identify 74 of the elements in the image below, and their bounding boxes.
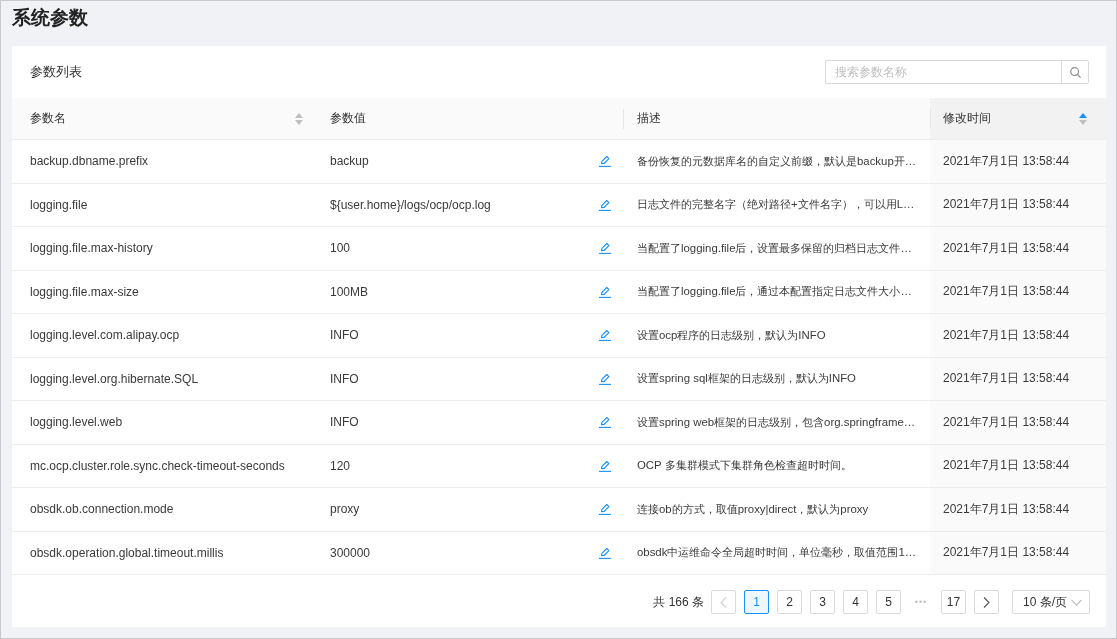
modified-time: 2021年7月1日 13:58:44 bbox=[930, 357, 1106, 400]
param-value: INFO bbox=[330, 328, 359, 343]
modified-time: 2021年7月1日 13:58:44 bbox=[930, 227, 1106, 270]
total-count: 共 166 条 bbox=[653, 593, 704, 611]
param-name: logging.level.com.alipay.ocp bbox=[29, 327, 181, 345]
modified-time: 2021年7月1日 13:58:44 bbox=[930, 140, 1106, 183]
sort-icon[interactable] bbox=[295, 112, 303, 125]
param-description: 设置spring sql框架的日志级别，默认为INFO bbox=[636, 371, 857, 387]
column-label: 参数名 bbox=[30, 110, 66, 127]
chevron-down-icon bbox=[1071, 598, 1082, 606]
column-header[interactable]: 参数名 bbox=[12, 98, 315, 139]
param-value: 100 bbox=[330, 241, 351, 256]
page-button[interactable]: 17 bbox=[941, 590, 966, 614]
param-name: mc.ocp.cluster.role.sync.check-timeout-seconds bbox=[29, 457, 286, 475]
page-button[interactable]: 3 bbox=[810, 590, 835, 614]
modified-time: 2021年7月1日 13:58:44 bbox=[930, 488, 1106, 531]
pencil-icon[interactable] bbox=[599, 242, 611, 255]
pencil-icon[interactable] bbox=[599, 155, 611, 168]
modified-time: 2021年7月1日 13:58:44 bbox=[930, 314, 1106, 357]
param-description: 设置ocp程序的日志级别，默认为INFO bbox=[636, 327, 827, 343]
chevron-left-icon bbox=[720, 596, 727, 608]
param-value: proxy bbox=[330, 502, 360, 517]
pencil-icon[interactable] bbox=[599, 416, 611, 429]
page-button[interactable]: 2 bbox=[777, 590, 802, 614]
column-label: 修改时间 bbox=[943, 110, 991, 127]
param-name: logging.file bbox=[29, 196, 89, 214]
param-name: logging.level.web bbox=[29, 414, 124, 432]
page-title: 系统参数 bbox=[12, 6, 88, 30]
param-name: logging.file.max-size bbox=[29, 283, 140, 301]
param-name: logging.file.max-history bbox=[29, 240, 154, 258]
card-title: 参数列表 bbox=[30, 63, 82, 81]
param-description: 当配置了logging.file后，设置最多保留的归档日志文件… bbox=[636, 240, 913, 256]
param-value: 300000 bbox=[330, 545, 371, 560]
param-name: obsdk.operation.global.timeout.millis bbox=[29, 544, 225, 562]
param-value: ${user.home}/logs/ocp/ocp.log bbox=[330, 197, 491, 212]
pencil-icon[interactable] bbox=[599, 459, 611, 472]
modified-time: 2021年7月1日 13:58:44 bbox=[930, 401, 1106, 444]
search-button[interactable] bbox=[1061, 60, 1089, 84]
modified-time: 2021年7月1日 13:58:44 bbox=[930, 183, 1106, 226]
param-description: 设置spring web框架的日志级别，包含org.springframe… bbox=[636, 414, 917, 430]
modified-time: 2021年7月1日 13:58:44 bbox=[930, 270, 1106, 313]
modified-time: 2021年7月1日 13:58:44 bbox=[930, 531, 1106, 574]
pencil-icon[interactable] bbox=[599, 546, 611, 559]
page-button[interactable]: 4 bbox=[843, 590, 868, 614]
param-name: logging.level.org.hibernate.SQL bbox=[29, 370, 200, 388]
param-description: 日志文件的完整名字（绝对路径+文件名字），可以用L… bbox=[636, 197, 916, 213]
search-icon bbox=[1069, 66, 1081, 78]
param-value: 100MB bbox=[330, 284, 369, 299]
pencil-icon[interactable] bbox=[599, 503, 611, 516]
param-value: INFO bbox=[330, 371, 359, 386]
param-description: 备份恢复的元数据库名的自定义前缀，默认是backup开… bbox=[636, 153, 918, 169]
column-label: 描述 bbox=[637, 110, 661, 127]
param-value: 120 bbox=[330, 458, 351, 473]
column-label: 参数值 bbox=[330, 110, 366, 127]
param-description: 连接ob的方式，取值proxy|direct，默认为proxy bbox=[636, 501, 870, 517]
pencil-icon[interactable] bbox=[599, 329, 611, 342]
param-description: 当配置了logging.file后，通过本配置指定日志文件大小… bbox=[636, 284, 913, 300]
param-value: backup bbox=[330, 154, 369, 169]
column-header[interactable]: 修改时间 bbox=[930, 98, 1106, 139]
page-button[interactable]: 5 bbox=[876, 590, 901, 614]
page-size-select[interactable]: 10 条/页 bbox=[1012, 590, 1090, 614]
chevron-right-icon bbox=[983, 596, 990, 608]
pencil-icon[interactable] bbox=[599, 372, 611, 385]
next-page-button[interactable] bbox=[974, 590, 999, 614]
param-description: obsdk中运维命令全局超时时间，单位毫秒，取值范围1… bbox=[636, 545, 918, 561]
pencil-icon[interactable] bbox=[599, 285, 611, 298]
modified-time: 2021年7月1日 13:58:44 bbox=[930, 444, 1106, 487]
sort-icon[interactable] bbox=[1079, 112, 1087, 125]
param-name: obsdk.ob.connection.mode bbox=[29, 501, 175, 519]
param-description: OCP 多集群模式下集群角色检查超时时间。 bbox=[636, 458, 853, 474]
param-name: backup.dbname.prefix bbox=[29, 153, 150, 171]
pencil-icon[interactable] bbox=[599, 198, 611, 211]
param-value: INFO bbox=[330, 415, 359, 430]
search-field[interactable]: 搜索参数名称 bbox=[825, 60, 1061, 84]
